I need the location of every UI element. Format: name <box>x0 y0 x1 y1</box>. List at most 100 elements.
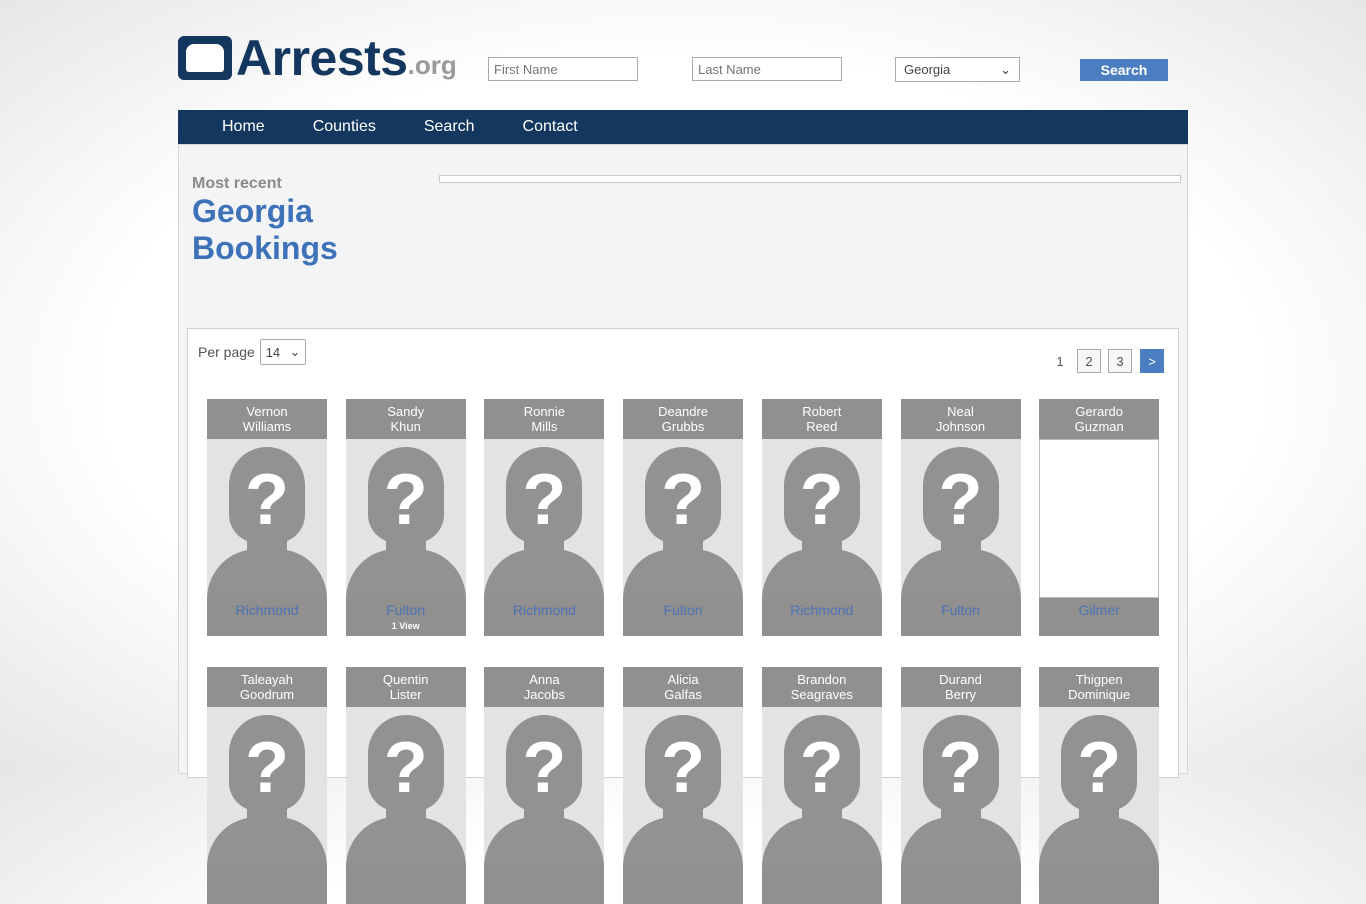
nav-contact[interactable]: Contact <box>523 118 578 136</box>
last-name: Grubbs <box>661 419 705 434</box>
booking-name[interactable]: Ronnie Mills <box>484 399 604 439</box>
logo-suffix: .org <box>407 50 457 80</box>
booking-card[interactable]: Anna Jacobs? <box>484 667 605 904</box>
page-current: 1 <box>1056 353 1064 369</box>
per-page-value: 14 <box>265 344 281 360</box>
main-nav: Home Counties Search Contact <box>178 110 1188 144</box>
logo-text: Arrests <box>236 30 408 86</box>
county-link[interactable]: Richmond <box>762 598 882 618</box>
first-name-input[interactable] <box>488 57 638 81</box>
page-title: Georgia Bookings <box>192 193 338 267</box>
per-page-label: Per page <box>198 344 255 360</box>
county-link[interactable]: Richmond <box>207 598 327 618</box>
no-photo-placeholder-icon[interactable]: ? <box>207 707 327 866</box>
no-photo-placeholder-icon[interactable]: ? <box>484 707 605 866</box>
county-link[interactable] <box>346 866 466 870</box>
booking-card[interactable]: Gerardo Guzman Gilmer <box>1039 399 1160 636</box>
last-name-input[interactable] <box>692 57 842 81</box>
booking-name[interactable]: Durand Berry <box>901 667 1021 707</box>
site-logo[interactable]: Arrests .org <box>178 30 457 86</box>
state-select[interactable]: Georgia ⌄ <box>895 57 1020 82</box>
county-link[interactable]: Gilmer <box>1039 598 1159 618</box>
booking-card[interactable]: Vernon Williams? Richmond <box>207 399 327 636</box>
booking-card[interactable]: Quentin Lister? <box>345 667 466 904</box>
nav-counties[interactable]: Counties <box>313 118 376 136</box>
booking-name[interactable]: Neal Johnson <box>901 399 1021 439</box>
booking-name[interactable]: Robert Reed <box>762 399 882 439</box>
no-photo-placeholder-icon[interactable]: ? <box>900 707 1021 866</box>
county-link[interactable]: Fulton <box>901 598 1021 618</box>
last-name: Guzman <box>1074 419 1124 434</box>
booking-name[interactable]: Gerardo Guzman <box>1039 399 1159 439</box>
booking-card[interactable]: Taleayah Goodrum? <box>207 667 327 904</box>
title-line-2: Bookings <box>192 230 338 266</box>
county-link[interactable] <box>623 866 743 870</box>
booking-name[interactable]: Sandy Khun <box>346 399 466 439</box>
first-name: Brandon <box>797 672 847 687</box>
booking-card[interactable]: Deandre Grubbs? Fulton <box>623 399 744 636</box>
no-photo-placeholder-icon[interactable]: ? <box>345 439 466 598</box>
broken-image-icon[interactable] <box>1039 439 1160 598</box>
last-name: Goodrum <box>239 687 295 702</box>
county-link[interactable] <box>762 866 882 870</box>
ad-placeholder <box>439 175 1181 183</box>
no-photo-placeholder-icon[interactable]: ? <box>345 707 466 866</box>
booking-name[interactable]: Anna Jacobs <box>484 667 604 707</box>
state-value: Georgia <box>904 62 951 77</box>
county-link[interactable] <box>901 866 1021 870</box>
title-line-1: Georgia <box>192 193 313 229</box>
page-3[interactable]: 3 <box>1108 349 1132 373</box>
booking-card[interactable]: Neal Johnson? Fulton <box>900 399 1021 636</box>
last-name: Dominique <box>1068 687 1131 702</box>
booking-name[interactable]: Brandon Seagraves <box>762 667 882 707</box>
last-name: Jacobs <box>523 687 565 702</box>
first-name: Thigpen <box>1075 672 1123 687</box>
booking-card[interactable]: Alicia Galfas? <box>623 667 744 904</box>
no-photo-placeholder-icon[interactable]: ? <box>623 439 744 598</box>
last-name: Mills <box>531 419 558 434</box>
booking-name[interactable]: Taleayah Goodrum <box>207 667 327 707</box>
booking-name[interactable]: Deandre Grubbs <box>623 399 743 439</box>
first-name: Robert <box>802 404 842 419</box>
last-name: Lister <box>389 687 422 702</box>
no-photo-placeholder-icon[interactable]: ? <box>623 707 744 866</box>
search-button[interactable]: Search <box>1080 59 1168 81</box>
county-link[interactable]: Fulton <box>623 598 743 618</box>
booking-name[interactable]: Quentin Lister <box>346 667 466 707</box>
county-link[interactable] <box>207 866 327 870</box>
next-page-button[interactable]: > <box>1140 349 1164 373</box>
booking-name[interactable]: Thigpen Dominique <box>1039 667 1159 707</box>
no-photo-placeholder-icon[interactable]: ? <box>761 439 882 598</box>
handcuffs-logo-icon <box>178 36 232 80</box>
booking-card[interactable]: Thigpen Dominique? <box>1039 667 1160 904</box>
booking-card[interactable]: Durand Berry? <box>900 667 1021 904</box>
county-link[interactable] <box>484 866 604 870</box>
chevron-down-icon: ⌄ <box>289 344 301 359</box>
no-photo-placeholder-icon[interactable]: ? <box>207 439 327 598</box>
no-photo-placeholder-icon[interactable]: ? <box>900 439 1021 598</box>
county-link[interactable] <box>1039 866 1159 870</box>
no-photo-placeholder-icon[interactable]: ? <box>1039 707 1160 866</box>
booking-card[interactable]: Brandon Seagraves? <box>761 667 882 904</box>
last-name: Johnson <box>935 419 986 434</box>
eyebrow: Most recent <box>192 175 282 192</box>
per-page-select[interactable]: 14 ⌄ <box>260 339 306 365</box>
county-link[interactable]: Richmond <box>484 598 604 618</box>
first-name: Sandy <box>387 404 425 419</box>
no-photo-placeholder-icon[interactable]: ? <box>761 707 882 866</box>
last-name: Khun <box>390 419 421 434</box>
booking-name[interactable]: Alicia Galfas <box>623 667 743 707</box>
view-count: 1 View <box>391 621 420 631</box>
booking-name[interactable]: Vernon Williams <box>207 399 327 439</box>
booking-card[interactable]: Ronnie Mills? Richmond <box>484 399 605 636</box>
last-name: Seagraves <box>790 687 853 702</box>
nav-home[interactable]: Home <box>222 118 265 136</box>
no-photo-placeholder-icon[interactable]: ? <box>484 439 605 598</box>
county-link[interactable]: Fulton <box>346 598 466 618</box>
nav-search[interactable]: Search <box>424 118 475 136</box>
first-name: Deandre <box>658 404 709 419</box>
first-name: Quentin <box>382 672 429 687</box>
booking-card[interactable]: Robert Reed? Richmond <box>761 399 882 636</box>
booking-card[interactable]: Sandy Khun? Fulton 1 View <box>345 399 466 636</box>
page-2[interactable]: 2 <box>1077 349 1101 373</box>
